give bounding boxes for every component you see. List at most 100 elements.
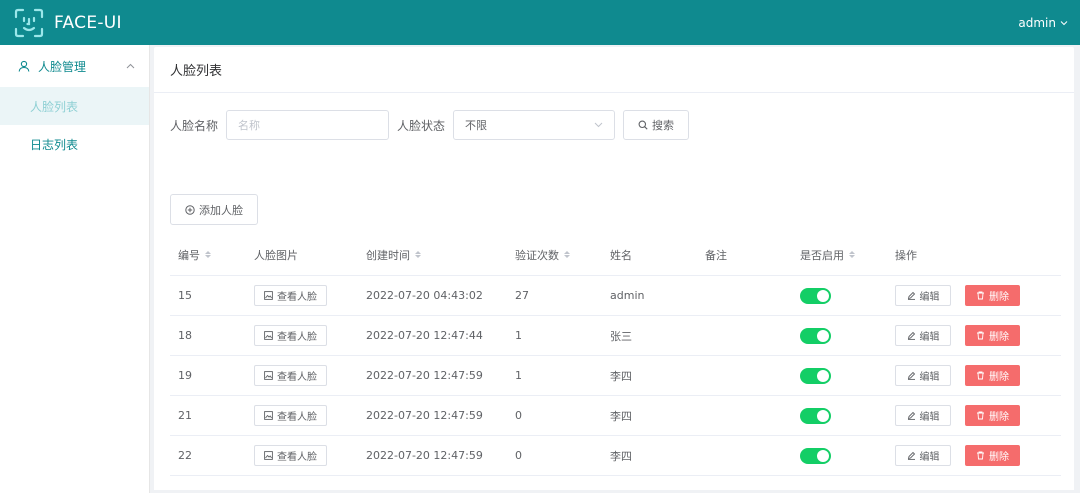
toggle-knob [817,369,829,382]
cell-name: 李四 [610,409,632,423]
view-face-button[interactable]: 查看人脸 [254,285,327,306]
enabled-toggle[interactable] [800,367,831,384]
name-filter-input[interactable] [226,110,390,140]
sort-icon [849,251,855,258]
view-face-button[interactable]: 查看人脸 [254,405,327,426]
username: admin [1018,15,1056,30]
enabled-toggle[interactable] [800,287,831,304]
delete-button[interactable]: 删除 [965,325,1020,346]
column-header-note: 备注 [697,247,792,263]
cell-face-image: 查看人脸 [246,285,358,306]
status-filter-select[interactable]: 不限 [453,110,616,140]
delete-button[interactable]: 删除 [965,285,1020,306]
delete-button[interactable]: 删除 [965,365,1020,386]
toggle-knob [817,409,829,422]
enabled-toggle[interactable] [800,447,831,464]
delete-button[interactable]: 删除 [965,445,1020,466]
trash-icon [977,331,984,340]
sidebar: 人脸管理 人脸列表 日志列表 [0,45,150,493]
cell-face-image: 查看人脸 [246,445,358,466]
sidebar-item-face-list[interactable]: 人脸列表 [0,87,149,125]
sort-icon [564,251,570,258]
toggle-knob [817,449,829,462]
edit-button[interactable]: 编辑 [895,325,951,346]
status-filter-value: 不限 [465,119,488,132]
enabled-toggle[interactable] [800,327,831,344]
cell-actions: 编辑 删除 [887,365,1061,386]
cell-id: 18 [178,329,192,342]
edit-button[interactable]: 编辑 [895,445,951,466]
user-menu[interactable]: admin [1018,16,1068,30]
chevron-down-icon [1060,20,1068,25]
face-scan-icon [14,8,44,37]
table-header: 编号 人脸图片 创建时间 验证次数 姓名 备注 是否启用 操作 [170,234,1061,276]
top-header: FACE-UI admin [0,0,1080,45]
edit-icon [907,411,915,420]
cell-face-image: 查看人脸 [246,325,358,346]
cell-enabled [792,407,887,424]
main-content: 人脸列表 人脸名称 人脸状态 不限 搜索 添加人脸 编号 人脸图片 创建时间 [152,45,1074,493]
view-face-button[interactable]: 查看人脸 [254,365,327,386]
table-row: 21 查看人脸 2022-07-20 12:47:59 0 李四 编辑 删除 [170,396,1061,436]
trash-icon [977,411,984,420]
add-face-label: 添加人脸 [199,203,243,217]
toggle-knob [817,289,829,302]
image-icon [264,411,273,420]
delete-label: 删除 [989,332,1009,343]
view-face-label: 查看人脸 [277,372,317,383]
cell-id: 22 [178,449,192,462]
delete-label: 删除 [989,372,1009,383]
image-icon [264,331,273,340]
delete-button[interactable]: 删除 [965,405,1020,426]
column-header-label: 操作 [895,248,917,262]
column-header-label: 姓名 [610,248,632,262]
cell-name: admin [610,289,645,302]
sort-icon [415,251,421,258]
enabled-toggle[interactable] [800,407,831,424]
brand[interactable]: FACE-UI [14,8,122,38]
chevron-up-icon [126,63,135,69]
add-face-button[interactable]: 添加人脸 [170,194,258,225]
cell-enabled [792,447,887,464]
view-face-button[interactable]: 查看人脸 [254,325,327,346]
table-row: 19 查看人脸 2022-07-20 12:47:59 1 李四 编辑 删除 [170,356,1061,396]
edit-icon [907,371,915,380]
cell-name: 张三 [610,329,632,343]
search-button-label: 搜索 [652,119,675,132]
column-header-enabled[interactable]: 是否启用 [792,247,887,263]
edit-button[interactable]: 编辑 [895,405,951,426]
edit-button[interactable]: 编辑 [895,285,951,306]
cell-verify-count: 27 [515,289,529,302]
cell-created-time: 2022-07-20 04:43:02 [366,289,483,302]
column-header-name: 姓名 [602,247,697,263]
image-icon [264,371,273,380]
view-face-label: 查看人脸 [277,452,317,463]
column-header-verify-count[interactable]: 验证次数 [507,247,602,263]
column-header-id[interactable]: 编号 [170,247,246,263]
cell-face-image: 查看人脸 [246,405,358,426]
column-header-created-time[interactable]: 创建时间 [358,247,507,263]
edit-button[interactable]: 编辑 [895,365,951,386]
chevron-down-icon [594,122,603,128]
view-face-button[interactable]: 查看人脸 [254,445,327,466]
search-button[interactable]: 搜索 [623,110,690,140]
cell-actions: 编辑 删除 [887,285,1061,306]
cell-created-time: 2022-07-20 12:47:59 [366,449,483,462]
sidebar-group-face-management[interactable]: 人脸管理 [0,45,149,87]
delete-label: 删除 [989,452,1009,463]
edit-label: 编辑 [919,412,940,423]
search-icon [638,120,648,130]
name-filter-label: 人脸名称 [170,118,219,133]
view-face-label: 查看人脸 [277,292,317,303]
column-header-label: 人脸图片 [254,248,298,262]
column-header-label: 是否启用 [800,248,844,262]
column-header-label: 备注 [705,248,727,262]
cell-verify-count: 1 [515,369,522,382]
image-icon [264,451,273,460]
edit-icon [907,451,915,460]
cell-enabled [792,287,887,304]
delete-label: 删除 [989,412,1009,423]
column-header-label: 编号 [178,248,200,262]
sidebar-group-label: 人脸管理 [38,59,87,74]
sidebar-item-log-list[interactable]: 日志列表 [0,125,149,163]
